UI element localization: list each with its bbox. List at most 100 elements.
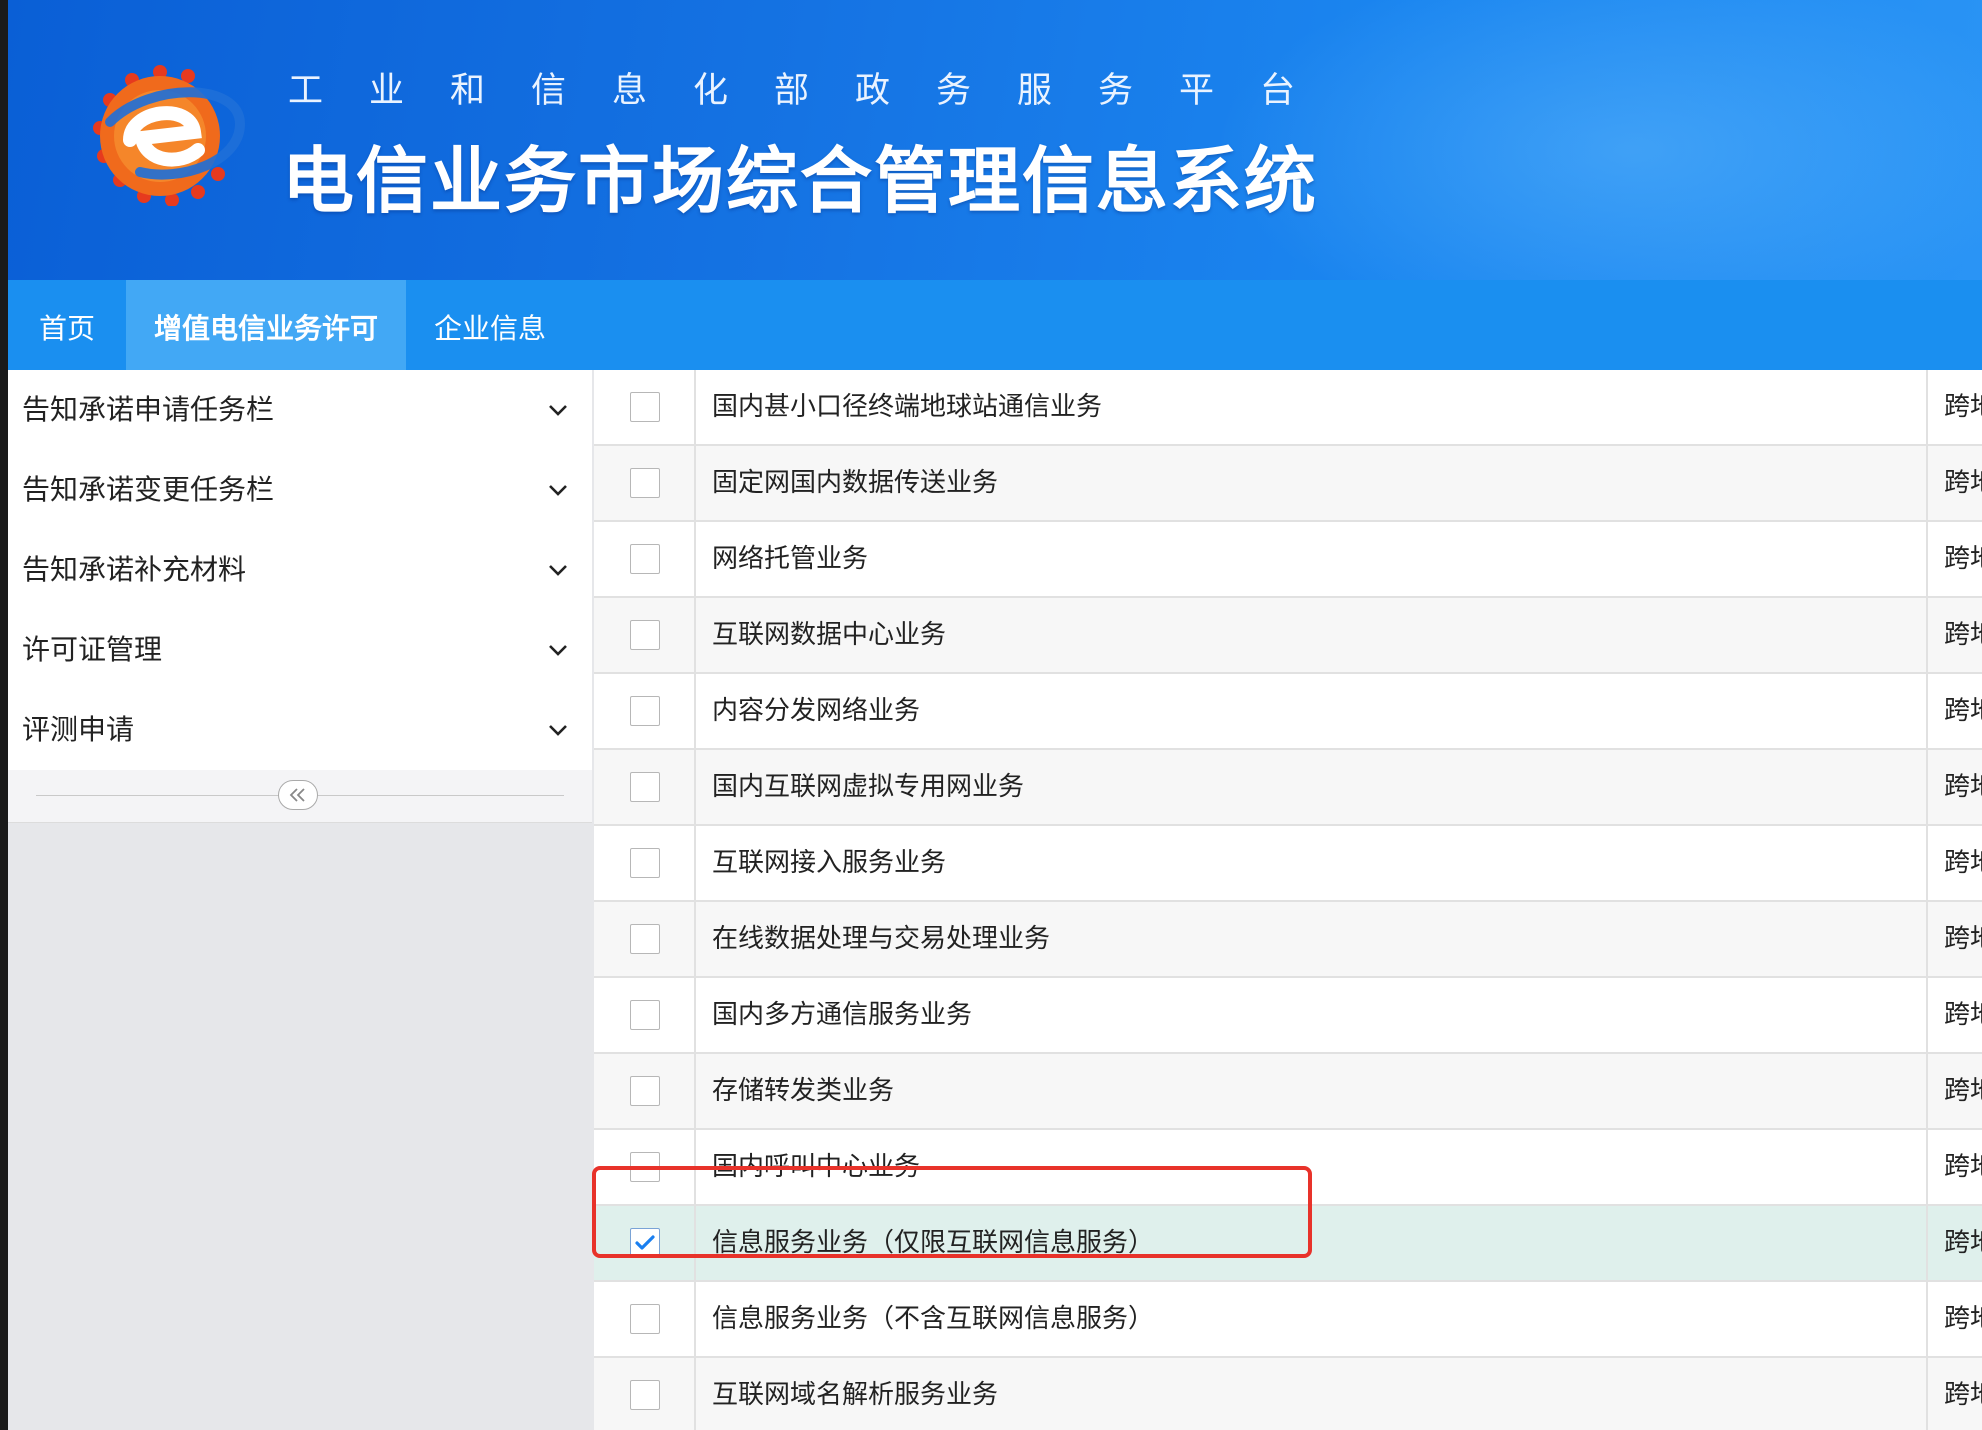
scope-cell: 跨地 [1926,598,1982,672]
table-row[interactable]: 国内甚小口径终端地球站通信业务 跨地 [594,370,1982,446]
page: 工业和信息化部政务服务平台 电信业务市场综合管理信息系统 首页 增值电信业务许可… [8,0,1982,1430]
checkbox-cell [594,674,696,748]
service-table: 国内甚小口径终端地球站通信业务跨地固定网国内数据传送业务跨地网络托管业务跨地互联… [594,370,1982,1430]
service-checkbox[interactable] [630,848,660,878]
table-row[interactable]: 国内互联网虚拟专用网业务 跨地 [594,750,1982,826]
checkbox-cell [594,1358,696,1430]
checkbox-cell [594,1206,696,1280]
service-scope: 跨地 [1944,696,1982,726]
sidebar: 告知承诺申请任务栏 告知承诺变更任务栏 告知承诺补充材料 许可证管理 评测申请 [8,370,592,1430]
checkbox-cell [594,598,696,672]
checkmark-icon [635,1235,655,1250]
table-row[interactable]: 国内呼叫中心业务 跨地 [594,1130,1982,1206]
checkbox-cell [594,522,696,596]
service-name: 信息服务业务（不含互联网信息服务） [712,1304,1155,1334]
collapse-sidebar-button[interactable] [278,780,318,810]
checkbox-cell [594,826,696,900]
service-checkbox[interactable] [630,392,660,422]
scope-cell: 跨地 [1926,902,1982,976]
service-checkbox[interactable] [630,1152,660,1182]
main-nav: 首页 增值电信业务许可 企业信息 [8,280,1982,370]
table-row[interactable]: 网络托管业务 跨地 [594,522,1982,598]
chevron-down-icon [549,645,567,656]
table-row[interactable]: 在线数据处理与交易处理业务 跨地 [594,902,1982,978]
service-checkbox[interactable] [630,1076,660,1106]
service-checkbox[interactable] [630,620,660,650]
checkbox-cell [594,978,696,1052]
scope-cell: 跨地 [1926,1054,1982,1128]
sidebar-item-label: 评测申请 [22,713,135,746]
scope-cell: 跨地 [1926,370,1982,444]
service-name: 国内呼叫中心业务 [712,1152,921,1182]
table-row[interactable]: 信息服务业务（不含互联网信息服务） 跨地 [594,1282,1982,1358]
sidebar-item-evaluation-apply[interactable]: 评测申请 [8,690,592,770]
service-list-panel: 国内甚小口径终端地球站通信业务跨地固定网国内数据传送业务跨地网络托管业务跨地互联… [594,370,1982,1430]
service-checkbox[interactable] [630,1000,660,1030]
service-name: 互联网数据中心业务 [712,620,947,650]
service-name: 互联网接入服务业务 [712,848,947,878]
tab-value-added-telecom-license[interactable]: 增值电信业务许可 [126,280,406,370]
service-checkbox[interactable] [630,468,660,498]
checkbox-cell [594,370,696,444]
service-scope: 跨地 [1944,620,1982,650]
service-checkbox[interactable] [630,1304,660,1334]
chevron-down-icon [549,565,567,576]
sidebar-menu: 告知承诺申请任务栏 告知承诺变更任务栏 告知承诺补充材料 许可证管理 评测申请 [8,370,592,770]
service-scope: 跨地 [1944,392,1982,422]
table-row[interactable]: 互联网接入服务业务 跨地 [594,826,1982,902]
scope-cell: 跨地 [1926,446,1982,520]
chevron-down-icon [549,725,567,736]
service-name: 信息服务业务（仅限互联网信息服务） [712,1228,1155,1258]
service-scope: 跨地 [1944,468,1982,498]
sidebar-item-license-management[interactable]: 许可证管理 [8,610,592,690]
checkbox-cell [594,750,696,824]
sidebar-item-notify-apply-tasks[interactable]: 告知承诺申请任务栏 [8,370,592,450]
table-row[interactable]: 内容分发网络业务 跨地 [594,674,1982,750]
checkbox-cell [594,446,696,520]
sidebar-item-notify-supplement[interactable]: 告知承诺补充材料 [8,530,592,610]
sidebar-collapse-bar [8,770,592,823]
checkbox-cell [594,1282,696,1356]
scope-cell: 跨地 [1926,826,1982,900]
service-name: 国内多方通信服务业务 [712,1000,973,1030]
chevron-down-icon [549,405,567,416]
table-row[interactable]: 信息服务业务（仅限互联网信息服务） 跨地 [594,1206,1982,1282]
header-banner: 工业和信息化部政务服务平台 电信业务市场综合管理信息系统 [8,0,1982,280]
service-scope: 跨地 [1944,772,1982,802]
service-scope: 跨地 [1944,1380,1982,1410]
platform-subtitle: 工业和信息化部政务服务平台 [288,71,1342,111]
service-checkbox[interactable] [630,924,660,954]
scope-cell: 跨地 [1926,674,1982,748]
service-checkbox[interactable] [630,1380,660,1410]
service-name: 存储转发类业务 [712,1076,895,1106]
sidebar-item-label: 告知承诺申请任务栏 [22,393,275,426]
service-checkbox[interactable] [630,1228,660,1258]
table-row[interactable]: 存储转发类业务 跨地 [594,1054,1982,1130]
sidebar-item-label: 告知承诺变更任务栏 [22,473,275,506]
table-row[interactable]: 互联网数据中心业务 跨地 [594,598,1982,674]
scope-cell: 跨地 [1926,1358,1982,1430]
scope-cell: 跨地 [1926,522,1982,596]
service-scope: 跨地 [1944,1304,1982,1334]
service-checkbox[interactable] [630,696,660,726]
service-name: 国内甚小口径终端地球站通信业务 [712,392,1103,422]
table-row[interactable]: 国内多方通信服务业务 跨地 [594,978,1982,1054]
service-name: 固定网国内数据传送业务 [712,468,999,498]
checkbox-cell [594,1130,696,1204]
tab-enterprise-info[interactable]: 企业信息 [406,280,574,370]
checkbox-cell [594,1054,696,1128]
service-checkbox[interactable] [630,544,660,574]
service-scope: 跨地 [1944,924,1982,954]
sidebar-item-label: 许可证管理 [22,633,163,666]
service-name: 在线数据处理与交易处理业务 [712,924,1051,954]
double-chevron-left-icon [289,788,305,802]
sidebar-item-notify-change-tasks[interactable]: 告知承诺变更任务栏 [8,450,592,530]
checkbox-cell [594,902,696,976]
system-title: 电信业务市场综合管理信息系统 [282,139,1319,223]
tab-home[interactable]: 首页 [8,280,126,370]
service-scope: 跨地 [1944,1228,1982,1258]
table-row[interactable]: 互联网域名解析服务业务 跨地 [594,1358,1982,1430]
table-row[interactable]: 固定网国内数据传送业务 跨地 [594,446,1982,522]
service-checkbox[interactable] [630,772,660,802]
service-scope: 跨地 [1944,1076,1982,1106]
